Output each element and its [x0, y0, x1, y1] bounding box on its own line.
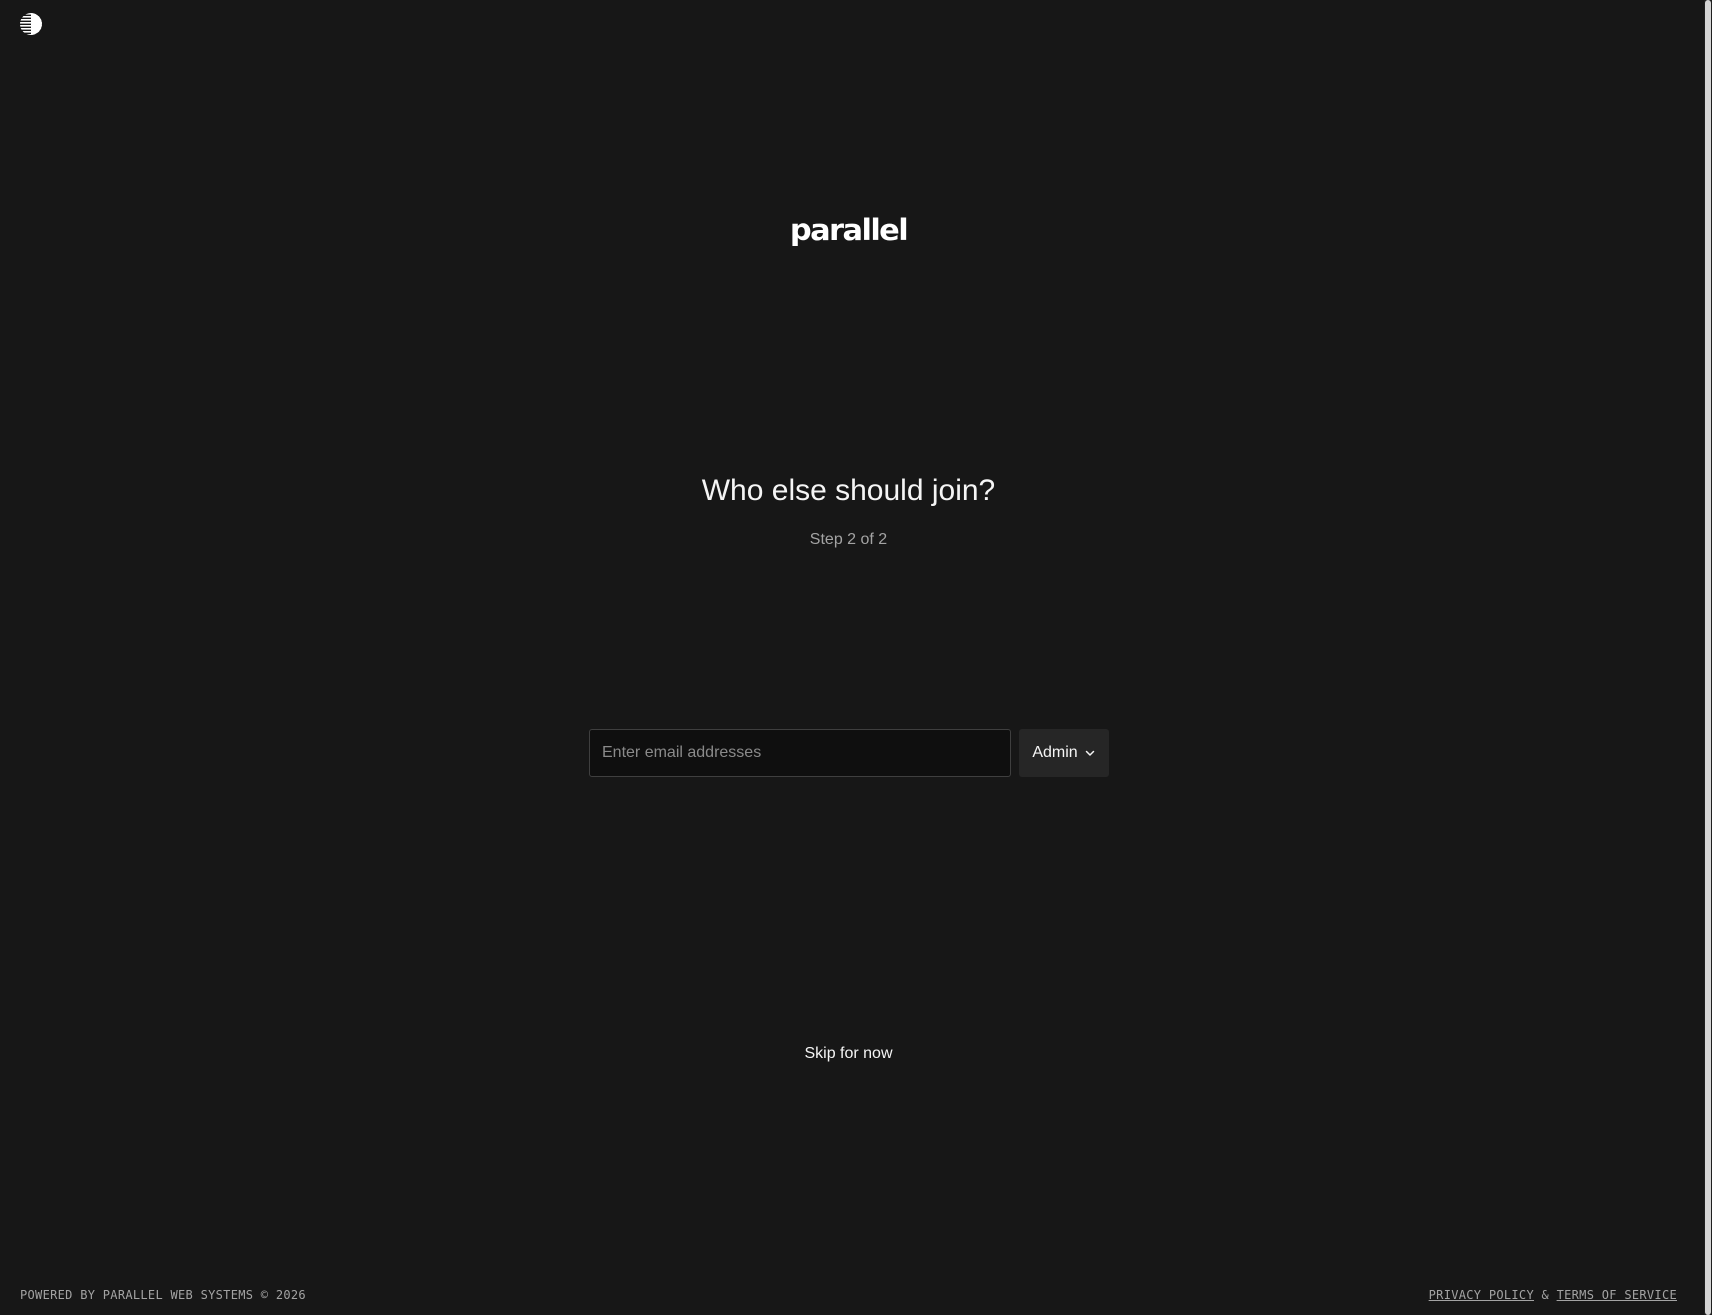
scrollbar-thumb[interactable] [1705, 0, 1711, 1315]
page-title: Who else should join? [701, 474, 996, 507]
brand-wordmark: parallel [789, 213, 909, 247]
skip-button[interactable]: Skip for now [0, 1045, 1697, 1063]
role-selected-label: Admin [1032, 744, 1078, 761]
footer-separator: & [1541, 1288, 1550, 1302]
footer-links: PRIVACY POLICY & TERMS OF SERVICE [1429, 1288, 1677, 1302]
powered-by-text: POWERED BY PARALLEL WEB SYSTEMS © 2026 [20, 1288, 306, 1302]
step-indicator: Step 2 of 2 [809, 531, 888, 548]
chevron-down-icon [1085, 750, 1094, 756]
terms-of-service-link[interactable]: TERMS OF SERVICE [1557, 1288, 1677, 1302]
role-dropdown[interactable]: Admin [1019, 729, 1109, 777]
privacy-policy-link[interactable]: PRIVACY POLICY [1429, 1288, 1534, 1302]
parallel-globe-icon[interactable] [19, 12, 43, 36]
invite-form: Admin [589, 729, 1109, 777]
scrollbar[interactable] [1704, 0, 1712, 1315]
onboarding-page: parallel Who else should join? Step 2 of… [0, 0, 1712, 1315]
email-input[interactable] [589, 729, 1011, 777]
